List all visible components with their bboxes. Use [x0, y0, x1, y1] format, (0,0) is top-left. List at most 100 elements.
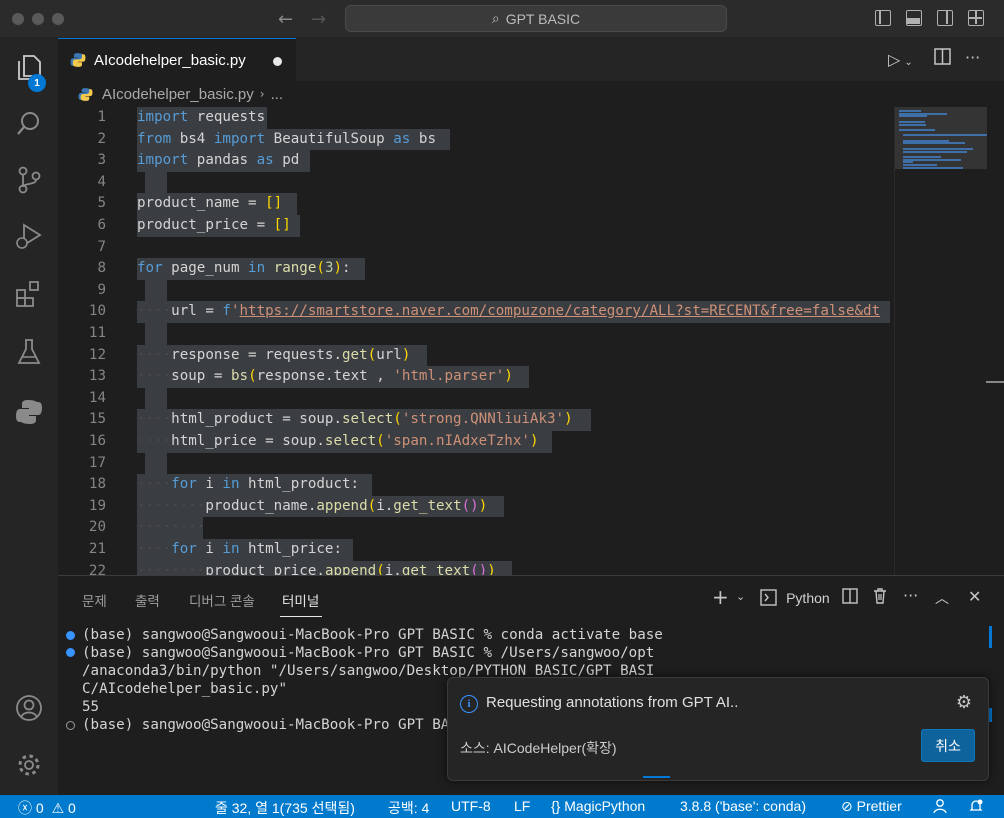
- minimap-line: [899, 120, 925, 123]
- extensions-icon[interactable]: [0, 270, 58, 318]
- terminal-python-button[interactable]: Python: [760, 588, 830, 607]
- terminal-line: (base) sangwoo@Sangwooui-MacBook-Pro GPT…: [82, 645, 655, 661]
- code-text: import pandas as pd: [137, 152, 300, 169]
- run-debug-icon[interactable]: [0, 212, 58, 260]
- line-number: 4: [97, 173, 106, 190]
- code-line[interactable]: 10 ····url = f'https://smartstore.naver.c…: [58, 301, 890, 323]
- line-number: 10: [88, 303, 106, 320]
- selection-highlight: [145, 323, 167, 345]
- code-line[interactable]: 17: [58, 452, 888, 475]
- manage-gear-icon[interactable]: [0, 741, 58, 789]
- back-arrow-icon[interactable]: ←: [278, 9, 293, 30]
- notification-settings-gear-icon[interactable]: ⚙: [956, 692, 972, 713]
- customize-layout-icon[interactable]: [968, 10, 984, 26]
- code-line[interactable]: 2 from bs4 import BeautifulSoup as bs: [58, 128, 888, 151]
- tab-debug-console[interactable]: 디버그 콘솔: [189, 590, 255, 610]
- notifications-bell-icon[interactable]: [968, 798, 984, 817]
- code-line[interactable]: 4: [58, 171, 888, 194]
- tab-terminal[interactable]: 터미널: [282, 590, 319, 610]
- code-line[interactable]: 21 ····for i in html_price:: [58, 539, 888, 561]
- code-line[interactable]: 19 ········product_name.append(i.get_text…: [58, 495, 888, 518]
- code-line[interactable]: 7: [58, 237, 888, 259]
- line-number: 6: [97, 217, 106, 233]
- code-line[interactable]: 18 ····for i in html_product:: [58, 474, 888, 496]
- code-line[interactable]: 13 ····soup = bs(response.text , 'html.pa…: [58, 366, 888, 388]
- terminal-shell-label: Python: [786, 590, 830, 606]
- kill-terminal-trash-icon[interactable]: [872, 587, 888, 608]
- accounts-icon[interactable]: [0, 684, 58, 732]
- terminal-scroll-marker[interactable]: [989, 708, 992, 722]
- split-editor-icon[interactable]: [934, 48, 951, 69]
- search-icon[interactable]: [0, 100, 58, 148]
- minimap[interactable]: [894, 107, 987, 575]
- breadcrumb-symbols[interactable]: ...: [271, 86, 284, 103]
- terminal-scroll-marker[interactable]: [989, 626, 992, 648]
- code-text: ····response = requests.get(url): [137, 346, 411, 363]
- code-line[interactable]: 15 ····html_product = soup.select('strong…: [58, 409, 888, 431]
- forward-arrow-icon[interactable]: →: [311, 9, 326, 30]
- line-number: 5: [97, 195, 106, 212]
- toggle-sidebar-icon[interactable]: [875, 10, 891, 26]
- terminal-line: (base) sangwoo@Sangwooui-MacBook-Pro GPT…: [82, 717, 458, 733]
- unsaved-dot-icon[interactable]: [273, 57, 282, 66]
- python-interpreter[interactable]: 3.8.8 ('base': conda): [680, 798, 806, 814]
- editor-scrollbar[interactable]: [986, 381, 1004, 383]
- code-line[interactable]: 6 product_price = []: [58, 215, 888, 237]
- command-pending-dot[interactable]: [66, 721, 75, 730]
- python-icon[interactable]: [0, 388, 58, 436]
- maximize-window-button[interactable]: [52, 13, 64, 25]
- code-text: for page_num in range(3):: [137, 260, 351, 277]
- code-line[interactable]: 11: [58, 323, 888, 345]
- problems-status[interactable]: ⓧ 0 ⚠ 0: [18, 798, 76, 818]
- line-number: 17: [88, 454, 106, 471]
- code-text: ····for i in html_product:: [137, 476, 360, 493]
- command-center-search[interactable]: ⌕ GPT BASIC: [345, 5, 727, 32]
- indentation[interactable]: 공백: 4: [388, 798, 429, 818]
- cancel-button[interactable]: 취소: [921, 729, 975, 762]
- source-control-icon[interactable]: [0, 156, 58, 204]
- new-terminal-plus-icon[interactable]: +: [712, 585, 729, 609]
- terminal-line: 55: [82, 699, 100, 715]
- terminal-line: C/AIcodehelper_basic.py": [82, 681, 287, 697]
- file-encoding[interactable]: UTF-8: [451, 798, 491, 814]
- language-label: MagicPython: [564, 798, 646, 814]
- toggle-secondary-sidebar-icon[interactable]: [937, 10, 953, 26]
- cursor-position[interactable]: 줄 32, 열 1(735 선택됨): [215, 798, 355, 818]
- code-line[interactable]: 9: [58, 279, 888, 302]
- breadcrumb-file[interactable]: AIcodehelper_basic.py: [102, 86, 254, 103]
- code-line[interactable]: 16 ····html_price = soup.select('span.nIA…: [58, 431, 888, 453]
- testing-flask-icon[interactable]: [0, 328, 58, 376]
- tab-problems[interactable]: 문제: [82, 590, 107, 610]
- code-line[interactable]: 12 ····response = requests.get(url): [58, 344, 888, 367]
- panel-more-icon[interactable]: ···: [903, 586, 918, 605]
- code-line[interactable]: 22 ········product_price.append(i.get_tex…: [58, 560, 888, 575]
- minimap-line: [903, 139, 949, 142]
- run-file-icon[interactable]: ▷ ⌄: [888, 50, 913, 69]
- maximize-panel-chevron-up-icon[interactable]: ︿: [935, 588, 949, 608]
- command-success-dot[interactable]: [66, 631, 75, 640]
- split-terminal-icon[interactable]: [842, 588, 858, 608]
- prettier-status[interactable]: ⊘ Prettier: [841, 798, 902, 815]
- code-line[interactable]: 14: [58, 387, 888, 410]
- end-of-line[interactable]: LF: [514, 798, 530, 814]
- code-text: ····soup = bs(response.text , 'html.pars…: [137, 368, 513, 385]
- tab-output[interactable]: 출력: [135, 590, 160, 610]
- code-line[interactable]: 1 import requests: [58, 107, 888, 129]
- code-line[interactable]: 3 import pandas as pd: [58, 150, 888, 172]
- chevron-down-icon[interactable]: ⌄: [736, 590, 745, 603]
- language-mode[interactable]: {} MagicPython: [551, 798, 645, 814]
- feedback-icon[interactable]: [932, 798, 948, 817]
- toggle-panel-icon[interactable]: [906, 10, 922, 26]
- code-line[interactable]: 5 product_name = []: [58, 193, 888, 215]
- minimize-window-button[interactable]: [32, 13, 44, 25]
- code-line[interactable]: 8 for page_num in range(3):: [58, 258, 888, 280]
- close-window-button[interactable]: [12, 13, 24, 25]
- code-line[interactable]: 20 ········: [58, 517, 888, 539]
- more-actions-icon[interactable]: ···: [965, 48, 980, 67]
- minimap-line: [899, 110, 921, 112]
- close-panel-icon[interactable]: ✕: [968, 587, 981, 606]
- tab-aicodehelper[interactable]: AIcodehelper_basic.py: [58, 38, 296, 81]
- explorer-icon[interactable]: 1: [0, 44, 58, 92]
- code-editor[interactable]: 1 import requests 2 from bs4 import Beautif…: [58, 107, 1004, 575]
- command-success-dot[interactable]: [66, 648, 75, 657]
